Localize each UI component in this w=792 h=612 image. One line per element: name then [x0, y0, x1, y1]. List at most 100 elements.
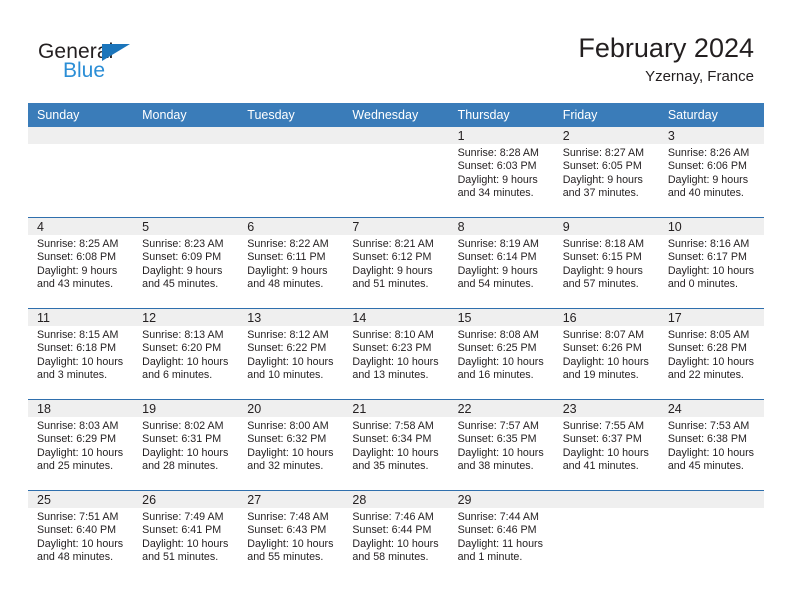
daylight-duration-line2: and 58 minutes. [352, 550, 429, 563]
day-number: 13 [238, 309, 344, 326]
day-number: 20 [238, 400, 344, 417]
day-number: 9 [553, 218, 659, 235]
calendar-day-cell[interactable]: 26 Sunrise: 7:49 AM Sunset: 6:41 PM Dayligh… [133, 491, 239, 581]
calendar-day-cell[interactable]: 6 Sunrise: 8:22 AM Sunset: 6:11 PM Daylight… [238, 218, 344, 308]
calendar-day-cell[interactable]: 3 Sunrise: 8:26 AM Sunset: 6:06 PM Daylight… [658, 127, 764, 217]
sunset-time: Sunset: 6:35 PM [457, 433, 537, 446]
sunset-time: Sunset: 6:31 PM [142, 433, 222, 446]
calendar-day-cell[interactable]: 12 Sunrise: 8:13 AM Sunset: 6:20 PM Dayligh… [133, 309, 239, 399]
calendar-day-cell-empty [133, 127, 239, 217]
daylight-duration-line1: Daylight: 9 hours [37, 264, 118, 277]
daylight-duration-line1: Daylight: 10 hours [37, 537, 124, 550]
calendar-day-cell[interactable]: 16 Sunrise: 8:07 AM Sunset: 6:26 PM Dayligh… [553, 309, 659, 399]
day-sun-details: Sunrise: 8:19 AM Sunset: 6:14 PM Daylight:… [449, 235, 554, 291]
sunset-time: Sunset: 6:44 PM [352, 524, 432, 537]
sunset-time: Sunset: 6:09 PM [142, 251, 222, 264]
sunset-time: Sunset: 6:15 PM [562, 251, 642, 264]
calendar-day-cell[interactable]: 7 Sunrise: 8:21 AM Sunset: 6:12 PM Daylight… [343, 218, 449, 308]
calendar-day-cell-empty [343, 127, 449, 217]
weekday-header-wednesday: Wednesday [343, 103, 449, 127]
calendar-day-cell[interactable]: 17 Sunrise: 8:05 AM Sunset: 6:28 PM Dayligh… [658, 309, 764, 399]
calendar-day-cell[interactable]: 4 Sunrise: 8:25 AM Sunset: 6:08 PM Daylight… [28, 218, 134, 308]
calendar-day-cell[interactable]: 14 Sunrise: 8:10 AM Sunset: 6:23 PM Dayligh… [343, 309, 449, 399]
calendar-day-cell[interactable]: 24 Sunrise: 7:53 AM Sunset: 6:38 PM Dayligh… [658, 400, 764, 490]
calendar-day-cell[interactable]: 21 Sunrise: 7:58 AM Sunset: 6:34 PM Dayligh… [343, 400, 449, 490]
day-number: 21 [343, 400, 449, 417]
daylight-duration-line2: and 43 minutes. [37, 277, 114, 290]
sunrise-time: Sunrise: 8:28 AM [457, 147, 539, 159]
calendar-day-cell[interactable]: 10 Sunrise: 8:16 AM Sunset: 6:17 PM Dayligh… [658, 218, 764, 308]
day-number: 23 [553, 400, 659, 417]
daylight-duration-line1: Daylight: 9 hours [142, 264, 223, 277]
daylight-duration-line1: Daylight: 9 hours [247, 264, 328, 277]
calendar-grid: Sunday Monday Tuesday Wednesday Thursday Frid… [28, 103, 764, 581]
title-block: February 2024 Yzernay, France [578, 33, 754, 85]
day-number: 11 [28, 309, 134, 326]
calendar-day-cell[interactable]: 28 Sunrise: 7:46 AM Sunset: 6:44 PM Dayligh… [343, 491, 449, 581]
calendar-day-cell[interactable]: 15 Sunrise: 8:08 AM Sunset: 6:25 PM Dayligh… [448, 309, 554, 399]
daylight-duration-line2: and 45 minutes. [142, 277, 219, 290]
day-number: 25 [28, 491, 134, 508]
calendar-day-cell[interactable]: 13 Sunrise: 8:12 AM Sunset: 6:22 PM Dayligh… [238, 309, 344, 399]
sunrise-time: Sunrise: 8:19 AM [457, 238, 539, 250]
daylight-duration-line1: Daylight: 9 hours [562, 173, 643, 186]
daylight-duration-line2: and 51 minutes. [142, 550, 219, 563]
daylight-duration-line1: Daylight: 9 hours [352, 264, 433, 277]
daylight-duration-line2: and 48 minutes. [247, 277, 324, 290]
sunrise-time: Sunrise: 8:10 AM [352, 329, 434, 341]
calendar-day-cell[interactable]: 18 Sunrise: 8:03 AM Sunset: 6:29 PM Dayligh… [28, 400, 134, 490]
calendar-day-cell[interactable]: 5 Sunrise: 8:23 AM Sunset: 6:09 PM Daylight… [133, 218, 239, 308]
calendar-day-cell[interactable]: 22 Sunrise: 7:57 AM Sunset: 6:35 PM Dayligh… [448, 400, 554, 490]
sunset-time: Sunset: 6:38 PM [667, 433, 747, 446]
daylight-duration-line2: and 6 minutes. [142, 368, 213, 381]
day-sun-details: Sunrise: 7:44 AM Sunset: 6:46 PM Daylight:… [449, 508, 554, 564]
daylight-duration-line1: Daylight: 10 hours [142, 355, 229, 368]
calendar-day-cell[interactable]: 27 Sunrise: 7:48 AM Sunset: 6:43 PM Dayligh… [238, 491, 344, 581]
day-number: 24 [658, 400, 764, 417]
sunrise-time: Sunrise: 7:55 AM [562, 420, 645, 432]
calendar-day-cell[interactable]: 11 Sunrise: 8:15 AM Sunset: 6:18 PM Dayligh… [28, 309, 134, 399]
day-number: 16 [553, 309, 659, 326]
calendar-day-cell[interactable]: 8 Sunrise: 8:19 AM Sunset: 6:14 PM Daylight… [448, 218, 554, 308]
day-number [553, 491, 659, 508]
weekday-header-tuesday: Tuesday [238, 103, 344, 127]
daylight-duration-line1: Daylight: 9 hours [667, 173, 749, 186]
brand-logo[interactable]: General Blue [38, 40, 238, 90]
daylight-duration-line2: and 13 minutes. [352, 368, 429, 381]
calendar-day-cell[interactable]: 9 Sunrise: 8:18 AM Sunset: 6:15 PM Daylight… [553, 218, 659, 308]
page-header: General Blue February 2024 Yzernay, Fran… [0, 0, 792, 103]
sunrise-time: Sunrise: 7:44 AM [457, 511, 539, 523]
sunrise-time: Sunrise: 8:22 AM [247, 238, 329, 250]
daylight-duration-line1: Daylight: 10 hours [667, 446, 754, 459]
calendar-day-cell[interactable]: 29 Sunrise: 7:44 AM Sunset: 6:46 PM Dayligh… [448, 491, 554, 581]
day-sun-details: Sunrise: 8:15 AM Sunset: 6:18 PM Daylight:… [28, 326, 133, 382]
sunset-time: Sunset: 6:18 PM [37, 342, 117, 355]
calendar-day-cell[interactable]: 20 Sunrise: 8:00 AM Sunset: 6:32 PM Dayligh… [238, 400, 344, 490]
calendar-day-cell[interactable]: 25 Sunrise: 7:51 AM Sunset: 6:40 PM Dayligh… [28, 491, 134, 581]
weekday-header-row: Sunday Monday Tuesday Wednesday Thursday Frid… [28, 103, 764, 127]
day-sun-details: Sunrise: 8:21 AM Sunset: 6:12 PM Daylight:… [343, 235, 448, 291]
calendar-day-cell[interactable]: 23 Sunrise: 7:55 AM Sunset: 6:37 PM Dayligh… [553, 400, 659, 490]
sunrise-time: Sunrise: 8:13 AM [142, 329, 224, 341]
brand-name-blue: Blue [63, 59, 106, 82]
sunset-time: Sunset: 6:26 PM [562, 342, 642, 355]
daylight-duration-line1: Daylight: 10 hours [37, 446, 124, 459]
calendar-day-cell[interactable]: 2 Sunrise: 8:27 AM Sunset: 6:05 PM Daylight… [553, 127, 659, 217]
day-sun-details: Sunrise: 8:05 AM Sunset: 6:28 PM Daylight:… [659, 326, 764, 382]
day-number: 7 [343, 218, 449, 235]
calendar-week-row: 1 Sunrise: 8:28 AM Sunset: 6:03 PM Daylight… [28, 127, 764, 218]
day-sun-details: Sunrise: 8:26 AM Sunset: 6:06 PM Daylight:… [659, 144, 764, 200]
calendar-day-cell-empty [238, 127, 344, 217]
daylight-duration-line1: Daylight: 10 hours [457, 446, 544, 459]
calendar-week-row: 18 Sunrise: 8:03 AM Sunset: 6:29 PM Dayligh… [28, 399, 764, 491]
calendar-day-cell[interactable]: 19 Sunrise: 8:02 AM Sunset: 6:31 PM Dayligh… [133, 400, 239, 490]
day-number: 5 [133, 218, 239, 235]
sunset-time: Sunset: 6:43 PM [247, 524, 327, 537]
calendar-day-cell[interactable]: 1 Sunrise: 8:28 AM Sunset: 6:03 PM Daylight… [448, 127, 554, 217]
calendar-week-row: 25 Sunrise: 7:51 AM Sunset: 6:40 PM Dayligh… [28, 490, 764, 581]
sunrise-time: Sunrise: 7:46 AM [352, 511, 434, 523]
sunset-time: Sunset: 6:22 PM [247, 342, 327, 355]
sunset-time: Sunset: 6:32 PM [247, 433, 327, 446]
daylight-duration-line2: and 38 minutes. [457, 459, 534, 472]
daylight-duration-line2: and 0 minutes. [667, 277, 738, 290]
